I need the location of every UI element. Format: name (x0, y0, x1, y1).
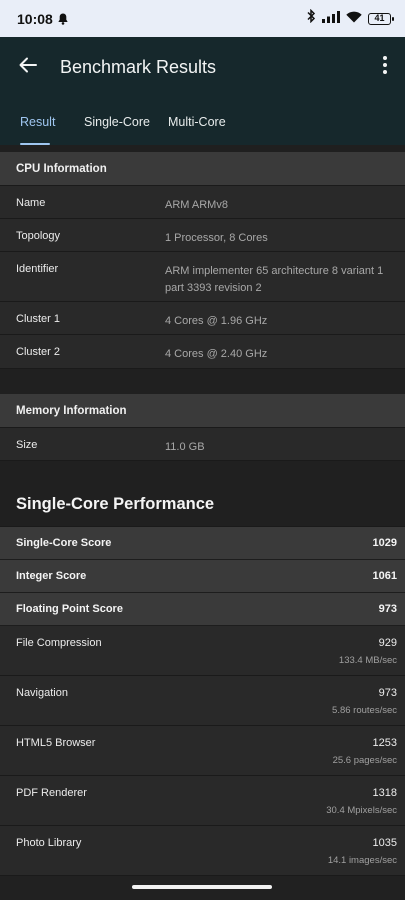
score-label: Integer Score (16, 570, 87, 582)
row-label: Cluster 1 (16, 313, 61, 325)
section-gap (0, 369, 405, 394)
info-row-name: Name ARM ARMv8 (0, 186, 405, 219)
score-row-single-core: Single-Core Score 1029 (0, 527, 405, 560)
signal-icon (322, 10, 340, 28)
row-value: 4 Cores @ 1.96 GHz (165, 315, 268, 327)
benchmark-metric: 5.86 routes/sec (332, 705, 397, 716)
wifi-icon (346, 10, 362, 28)
benchmark-name: Photo Library (16, 837, 82, 849)
benchmark-row-photo-library: Photo Library 1035 14.1 images/sec (0, 826, 405, 876)
benchmark-row-navigation: Navigation 973 5.86 routes/sec (0, 676, 405, 726)
tab-result[interactable]: Result (20, 115, 55, 129)
benchmark-score: 1318 (372, 787, 397, 799)
battery-icon: 41 (368, 12, 394, 25)
status-time: 10:08 (17, 10, 53, 27)
benchmark-name: File Compression (16, 637, 102, 649)
benchmark-score: 1253 (372, 737, 397, 749)
benchmark-score: 1035 (372, 837, 397, 849)
info-row-identifier: Identifier ARM implementer 65 architectu… (0, 252, 405, 302)
info-row-cluster-2: Cluster 2 4 Cores @ 2.40 GHz (0, 335, 405, 369)
results-content[interactable]: CPU Information Name ARM ARMv8 Topology … (0, 145, 405, 876)
more-vertical-icon (383, 55, 387, 79)
bluetooth-icon (306, 8, 316, 28)
back-button[interactable] (14, 53, 42, 81)
arrow-left-icon (18, 55, 38, 80)
score-row-floating-point: Floating Point Score 973 (0, 593, 405, 626)
status-bar: 10:08 41 (0, 0, 405, 37)
info-row-size: Size 11.0 GB (0, 428, 405, 461)
row-label: Name (16, 197, 46, 209)
benchmark-name: Navigation (16, 687, 68, 699)
benchmark-score: 973 (378, 687, 397, 699)
info-row-topology: Topology 1 Processor, 8 Cores (0, 219, 405, 252)
row-value: 1 Processor, 8 Cores (165, 232, 268, 244)
score-value: 1029 (372, 537, 397, 549)
benchmark-name: PDF Renderer (16, 787, 87, 799)
row-value: ARM implementer 65 architecture 8 varian… (165, 265, 384, 294)
section-header-cpu: CPU Information (0, 152, 405, 186)
app-bar: Benchmark Results Result Single-Core Mul… (0, 37, 405, 145)
row-label: Identifier (16, 263, 59, 275)
tab-multi-core[interactable]: Multi-Core (168, 115, 226, 129)
divider (0, 145, 405, 152)
gesture-navigation-bar[interactable] (132, 885, 272, 889)
page-title: Benchmark Results (60, 57, 217, 77)
status-icons: 41 (306, 8, 394, 28)
score-value: 973 (378, 603, 397, 615)
score-value: 1061 (372, 570, 397, 582)
benchmark-row-file-compression: File Compression 929 133.4 MB/sec (0, 626, 405, 676)
benchmark-metric: 133.4 MB/sec (338, 655, 397, 666)
benchmark-score: 929 (378, 637, 397, 649)
battery-level: 41 (374, 13, 385, 23)
benchmark-metric: 14.1 images/sec (327, 855, 397, 866)
row-label: Size (16, 439, 38, 451)
score-label: Floating Point Score (16, 603, 123, 615)
benchmark-metric: 30.4 Mpixels/sec (326, 805, 397, 816)
tab-bar: Result Single-Core Multi-Core (0, 109, 405, 145)
score-row-integer: Integer Score 1061 (0, 560, 405, 593)
benchmark-metric: 25.6 pages/sec (332, 755, 397, 766)
more-options-button[interactable] (377, 53, 393, 81)
row-value: 4 Cores @ 2.40 GHz (165, 348, 268, 360)
row-label: Topology (16, 230, 61, 242)
section-title-single-core: Single-Core Performance (0, 461, 405, 527)
tab-single-core[interactable]: Single-Core (84, 115, 150, 129)
benchmark-row-pdf-renderer: PDF Renderer 1318 30.4 Mpixels/sec (0, 776, 405, 826)
benchmark-row-html5-browser: HTML5 Browser 1253 25.6 pages/sec (0, 726, 405, 776)
benchmark-name: HTML5 Browser (16, 737, 96, 749)
row-label: Cluster 2 (16, 346, 61, 358)
section-header-memory: Memory Information (0, 394, 405, 428)
info-row-cluster-1: Cluster 1 4 Cores @ 1.96 GHz (0, 302, 405, 335)
bell-icon (58, 13, 68, 25)
row-value: 11.0 GB (165, 441, 205, 453)
row-value: ARM ARMv8 (165, 199, 228, 211)
score-label: Single-Core Score (16, 537, 112, 549)
